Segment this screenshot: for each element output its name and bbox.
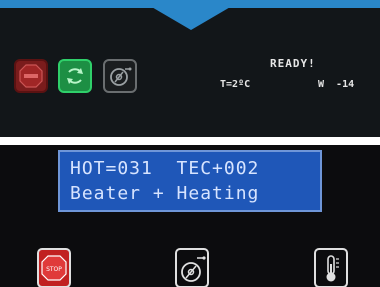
thermometer-icon [326, 255, 339, 282]
top-status-panel: READY! T=2ºC W -14 [0, 0, 380, 137]
motor-button[interactable] [103, 59, 137, 93]
stop-icon: STOP [41, 255, 67, 281]
thermometer-button-bottom[interactable] [314, 248, 348, 287]
w-readout: W -14 [318, 79, 355, 90]
motor-icon [110, 67, 132, 86]
status-text: READY! [270, 57, 316, 70]
stop-button[interactable] [14, 59, 48, 93]
panel-divider [0, 137, 380, 145]
motor-icon [181, 256, 206, 282]
lcd-line-2: Beater + Heating [70, 183, 260, 204]
start-button[interactable] [58, 59, 92, 93]
lcd-line-1: HOT=031 TEC+002 [70, 158, 260, 179]
motor-button-bottom[interactable] [175, 248, 209, 287]
svg-text:STOP: STOP [46, 266, 62, 273]
stop-button-bottom[interactable]: STOP [37, 248, 71, 287]
rotate-icon [67, 68, 83, 84]
top-pointer-triangle [150, 6, 232, 30]
temperature-readout: T=2ºC [220, 79, 251, 90]
bottom-control-panel: HOT=031 TEC+002 Beater + Heating STOP [0, 145, 380, 287]
lcd-display: HOT=031 TEC+002 Beater + Heating [58, 150, 322, 212]
stop-icon [19, 64, 43, 88]
